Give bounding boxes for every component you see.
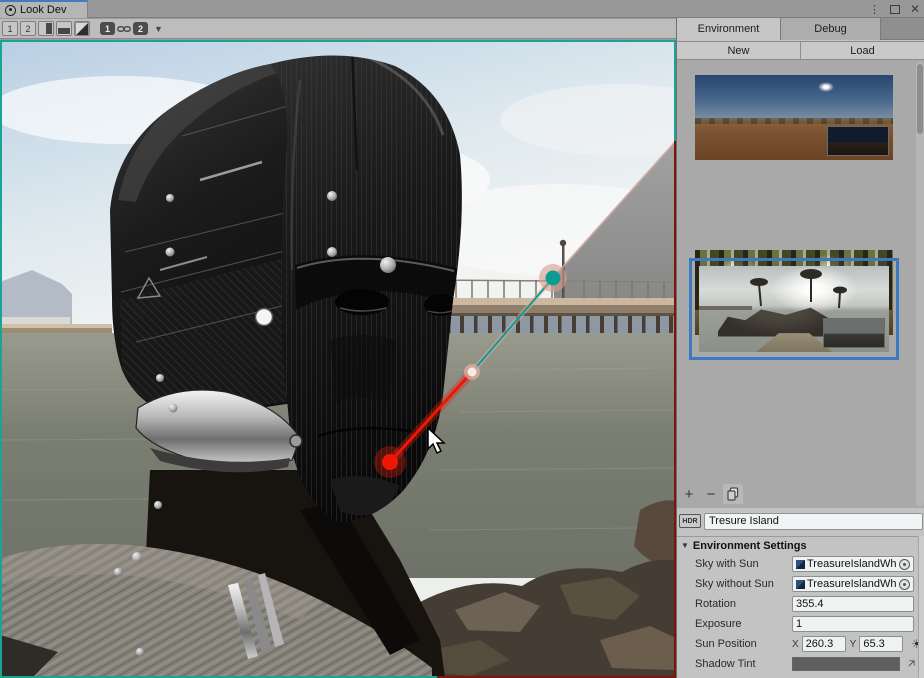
environment-name-row: HDR Tresure Island <box>679 511 923 531</box>
window-title: Look Dev <box>20 4 66 16</box>
sky-with-sun-field[interactable]: TreasureIslandWh <box>792 556 914 572</box>
tab-environment[interactable]: Environment <box>677 18 781 40</box>
duplicate-environment-button[interactable] <box>723 484 743 504</box>
split-vertical-button[interactable] <box>38 21 54 36</box>
close-icon[interactable]: ✕ <box>910 2 920 16</box>
tab-debug[interactable]: Debug <box>781 18 881 40</box>
split-diagonal-icon <box>76 23 88 35</box>
rotation-field[interactable]: 355.4 <box>792 596 914 612</box>
sky-without-sun-field[interactable]: TreasureIslandWh <box>792 576 914 592</box>
hdri-list[interactable] <box>677 60 924 508</box>
hdr-badge: HDR <box>679 514 701 528</box>
rotation-row: Rotation 355.4 <box>677 594 924 614</box>
sun-y-field[interactable]: 65.3 <box>859 636 903 652</box>
camera-1-badge[interactable]: 1 <box>100 22 115 35</box>
sun-position-row: Sun Position X 260.3 Y 65.3 ☀ <box>677 634 924 654</box>
shadow-tint-swatch[interactable] <box>792 657 900 671</box>
split-vertical-icon <box>46 23 52 34</box>
sun-x-field[interactable]: 260.3 <box>802 636 846 652</box>
panel-actions: New Load <box>677 41 924 60</box>
single-view-1-button[interactable]: 1 <box>2 21 18 36</box>
maximize-icon[interactable] <box>890 5 900 14</box>
shadow-tint-row: Shadow Tint 🡥 <box>677 654 924 674</box>
shadow-sky-inset <box>827 126 889 156</box>
environment-name-field[interactable]: Tresure Island <box>704 513 923 530</box>
settings-header-label: Environment Settings <box>693 540 807 552</box>
sky-without-sun-row: Sky without Sun TreasureIslandWh <box>677 574 924 594</box>
remove-environment-button[interactable]: − <box>701 484 721 504</box>
lookdev-eye-icon <box>5 5 16 16</box>
duplicate-icon <box>727 487 739 501</box>
list-scrollbar[interactable] <box>916 62 924 506</box>
panel-tabs: Environment Debug <box>677 18 924 40</box>
environment-panel: Environment Debug New Load <box>676 18 924 678</box>
viewport-toolbar: 1 2 1 2 ▼ <box>0 19 676 39</box>
kebab-menu-icon[interactable]: ⋮ <box>869 3 880 16</box>
foldout-icon[interactable]: ▼ <box>681 541 689 550</box>
cubemap-icon <box>796 560 805 569</box>
shadow-sky-inset <box>823 318 885 348</box>
list-toolbar: + − <box>679 484 743 504</box>
new-button[interactable]: New <box>677 41 801 60</box>
settings-scrollbar[interactable] <box>918 536 924 678</box>
exposure-row: Exposure 1 <box>677 614 924 634</box>
thumbnail-desert-canyon[interactable] <box>695 75 893 160</box>
gizmo-mid-handle[interactable] <box>468 368 477 377</box>
list-scrollbar-thumb[interactable] <box>917 64 923 134</box>
settings-header[interactable]: ▼ Environment Settings <box>677 537 924 554</box>
split-horizontal-icon <box>58 28 70 34</box>
cubemap-icon <box>796 580 805 589</box>
camera-2-badge[interactable]: 2 <box>133 22 148 35</box>
render-viewport[interactable] <box>0 40 676 678</box>
gizmo-near-handle[interactable] <box>382 454 398 470</box>
sky-with-sun-row: Sky with Sun TreasureIslandWh <box>677 554 924 574</box>
lookdev-window: Look Dev ⋮ ✕ 1 2 1 2 ▼ <box>0 0 924 678</box>
split-diagonal-button[interactable] <box>74 21 90 36</box>
environment-settings: ▼ Environment Settings Sky with Sun Trea… <box>677 536 924 678</box>
load-button[interactable]: Load <box>801 41 924 60</box>
single-view-2-button[interactable]: 2 <box>20 21 36 36</box>
gizmo-far-handle[interactable] <box>546 271 561 286</box>
add-environment-button[interactable]: + <box>679 484 699 504</box>
tab-look-dev[interactable]: Look Dev <box>0 0 88 18</box>
title-bar: Look Dev ⋮ ✕ <box>0 0 924 18</box>
object-picker-icon[interactable] <box>899 579 910 590</box>
split-horizontal-button[interactable] <box>56 21 72 36</box>
camera-options-dropdown[interactable]: ▼ <box>150 24 167 34</box>
eyedropper-icon[interactable]: 🡥 <box>908 655 915 674</box>
link-cameras-icon[interactable] <box>117 24 131 34</box>
thumbnail-treasure-island-selected[interactable] <box>689 258 899 360</box>
object-picker-icon[interactable] <box>899 559 910 570</box>
exposure-field[interactable]: 1 <box>792 616 914 632</box>
